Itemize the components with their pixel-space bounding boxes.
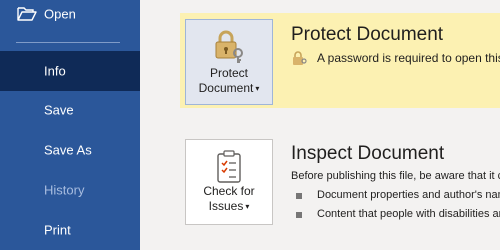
bullet-text: Document properties and author's name <box>317 189 500 201</box>
bullet-text: Content that people with disabilities ar… <box>317 208 500 220</box>
nav-save-as-label: Save As <box>44 142 92 158</box>
nav-open-label: Open <box>44 6 76 22</box>
list-item: Document properties and author's name <box>291 189 500 205</box>
nav-print-label: Print <box>44 222 71 238</box>
nav-info-label: Info <box>44 63 66 79</box>
protect-document-button[interactable]: Protect Document ▾ <box>185 19 273 105</box>
nav-info[interactable]: Info <box>0 51 140 91</box>
protect-document-label: Protect Document ▾ <box>186 66 272 96</box>
nav-history-label: History <box>44 182 85 198</box>
check-for-issues-label: Check for Issues ▾ <box>186 184 272 214</box>
nav-save[interactable]: Save <box>0 90 140 130</box>
lock-key-small-icon <box>291 50 307 66</box>
check-button-line2: Issues <box>208 199 244 213</box>
protect-button-line2: Document <box>198 81 254 95</box>
inspect-description: Before publishing this file, be aware th… <box>291 170 500 182</box>
check-for-issues-button[interactable]: Check for Issues ▾ <box>185 139 273 225</box>
bullet-square-icon <box>296 212 302 218</box>
protect-button-line1: Protect <box>209 66 248 80</box>
lock-key-icon <box>211 28 247 64</box>
nav-save-as[interactable]: Save As <box>0 130 140 170</box>
folder-open-icon <box>17 6 37 22</box>
list-item: Content that people with disabilities ar… <box>291 208 500 224</box>
inspect-document-title: Inspect Document <box>291 143 445 164</box>
nav-print[interactable]: Print <box>0 210 140 250</box>
nav-save-label: Save <box>44 102 74 118</box>
nav-history[interactable]: History <box>0 170 140 210</box>
dropdown-caret-icon: ▾ <box>255 84 260 94</box>
info-content: Protect Document ▾ Protect Document A pas… <box>140 0 500 250</box>
protect-message: A password is required to open this docu… <box>291 50 500 68</box>
bullet-square-icon <box>296 193 302 199</box>
backstage-sidebar: Open Info Save Save As History Print <box>0 0 140 250</box>
protect-document-title: Protect Document <box>291 24 444 45</box>
check-button-line1: Check for <box>203 184 255 198</box>
checklist-icon <box>215 150 243 184</box>
protect-message-text: A password is required to open this docu… <box>317 51 500 65</box>
sidebar-divider <box>16 42 120 43</box>
nav-open[interactable]: Open <box>0 0 140 34</box>
dropdown-caret-icon: ▾ <box>245 202 250 212</box>
